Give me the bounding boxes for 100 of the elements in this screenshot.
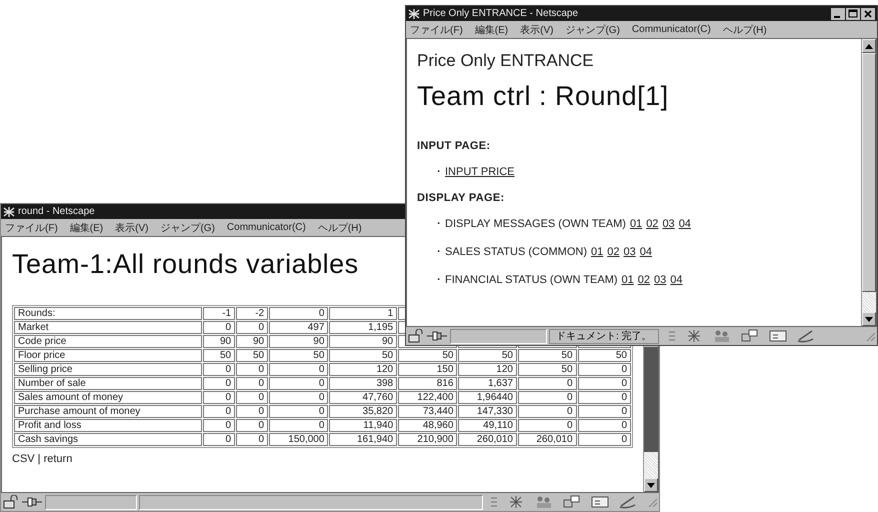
- table-cell: 210,900: [398, 433, 458, 446]
- menu-item[interactable]: ヘルプ(H): [722, 22, 767, 36]
- table-cell: Market: [14, 321, 202, 334]
- table-cell: 0: [518, 391, 577, 404]
- table-cell: 260,010: [458, 433, 517, 446]
- menu-item[interactable]: ジャンプ(G): [565, 22, 620, 36]
- table-cell: Selling price: [14, 363, 202, 376]
- scrollbar-thumb[interactable]: [644, 347, 658, 452]
- chat-icon[interactable]: [563, 495, 581, 509]
- table-cell: 816: [398, 377, 458, 390]
- page-subtitle: Price Only ENTRANCE: [417, 51, 595, 71]
- scroll-down-icon: [647, 482, 655, 488]
- table-cell: Code price: [14, 335, 202, 348]
- item-label: SALES STATUS (COMMON): [445, 246, 587, 258]
- table-cell: 90: [203, 335, 236, 348]
- pen-icon[interactable]: [619, 495, 637, 509]
- card-icon[interactable]: [591, 495, 609, 509]
- table-cell: 0: [269, 391, 328, 404]
- page-link[interactable]: 03: [624, 246, 636, 258]
- scroll-down-icon: [865, 316, 873, 322]
- close-icon[interactable]: [861, 8, 875, 20]
- table-cell: 73,440: [398, 405, 458, 418]
- table-cell: 50: [518, 363, 577, 376]
- item-label: DISPLAY MESSAGES (OWN TEAM): [445, 218, 626, 230]
- menu-item[interactable]: ヘルプ(H): [318, 220, 362, 234]
- table-cell: 0: [203, 363, 236, 376]
- page-link[interactable]: 02: [638, 274, 650, 286]
- page-link[interactable]: 03: [654, 274, 666, 286]
- sparkle-icon[interactable]: [507, 495, 525, 509]
- table-cell: 0: [236, 391, 268, 404]
- table-cell: 1,96440: [458, 391, 517, 404]
- table-cell: 122,400: [398, 391, 458, 404]
- card-icon[interactable]: [768, 329, 787, 343]
- resize-grip-icon[interactable]: [865, 331, 875, 341]
- header-cell: -1: [203, 307, 236, 320]
- bullet: ・: [433, 273, 444, 287]
- table-cell: 0: [236, 377, 268, 390]
- page-link[interactable]: 03: [662, 218, 675, 230]
- table-cell: 0: [203, 377, 236, 390]
- table-cell: Profit and loss: [14, 419, 202, 432]
- table-cell: 0: [578, 363, 631, 376]
- table-cell: 147,330: [458, 405, 517, 418]
- scroll-down-button[interactable]: [862, 312, 876, 326]
- scroll-down-button[interactable]: [644, 478, 658, 492]
- status-text: ドキュメント: 完了。: [549, 328, 659, 344]
- table-cell: 0: [203, 405, 236, 418]
- menu-item[interactable]: 編集(E): [474, 22, 508, 36]
- table-cell: 0: [203, 419, 236, 432]
- page-link[interactable]: 01: [630, 218, 642, 230]
- table-cell: 0: [578, 391, 631, 404]
- table-cell: 50: [518, 349, 577, 362]
- table-cell: 35,820: [329, 405, 398, 418]
- menu-item[interactable]: Communicator(C): [226, 222, 306, 233]
- resize-grip-icon[interactable]: [647, 497, 657, 507]
- page-link[interactable]: 04: [670, 274, 683, 286]
- page-link[interactable]: 04: [640, 246, 652, 258]
- table-cell: 50: [236, 349, 268, 362]
- scrollbar-thumb[interactable]: [862, 53, 876, 292]
- table-cell: 0: [578, 405, 631, 418]
- app-icon: [408, 8, 420, 20]
- menu-item[interactable]: 編集(E): [70, 220, 104, 234]
- app-icon: [3, 206, 15, 218]
- page-link[interactable]: 01: [622, 274, 634, 286]
- menu-item[interactable]: ファイル(F): [410, 22, 463, 36]
- menu-item[interactable]: ジャンプ(G): [160, 220, 215, 234]
- table-cell: 11,940: [329, 419, 398, 432]
- page-link[interactable]: 01: [591, 246, 604, 258]
- plug-icon[interactable]: [21, 496, 43, 508]
- scroll-up-button[interactable]: [862, 39, 876, 53]
- table-cell: 0: [203, 321, 236, 334]
- table-cell: Sales amount of money: [14, 391, 202, 404]
- page-link[interactable]: 02: [646, 218, 658, 230]
- table-cell: Cash savings: [14, 433, 202, 446]
- table-cell: 0: [518, 377, 577, 390]
- pen-icon[interactable]: [796, 329, 815, 343]
- table-cell: 50: [329, 349, 398, 362]
- table-cell: 48,960: [398, 419, 458, 432]
- menu-item[interactable]: 表示(V): [520, 22, 554, 36]
- maximize-icon[interactable]: [846, 8, 860, 20]
- table-cell: 150: [398, 363, 458, 376]
- table-cell: 90: [329, 335, 398, 348]
- page-link[interactable]: 02: [607, 246, 620, 258]
- chat-icon[interactable]: [740, 329, 759, 343]
- table-cell: 0: [269, 377, 328, 390]
- scroll-up-icon: [865, 44, 873, 48]
- footer-links[interactable]: CSV | return: [12, 453, 72, 465]
- menu-item[interactable]: Communicator(C): [632, 24, 711, 35]
- table-cell: 0: [236, 405, 268, 418]
- menu-item[interactable]: 表示(V): [115, 220, 148, 234]
- padlock-icon[interactable]: [408, 329, 424, 343]
- table-cell: 49,110: [458, 419, 517, 432]
- minimize-icon[interactable]: [831, 8, 845, 20]
- table-cell: 120: [329, 363, 398, 376]
- grip-icon: [491, 495, 497, 509]
- table-cell: Floor price: [14, 349, 202, 362]
- plug-icon[interactable]: [426, 330, 448, 342]
- padlock-icon[interactable]: [3, 495, 19, 509]
- page-link[interactable]: INPUT PRICE: [445, 166, 514, 178]
- menu-item[interactable]: ファイル(F): [5, 220, 58, 234]
- page-link[interactable]: 04: [678, 218, 691, 230]
